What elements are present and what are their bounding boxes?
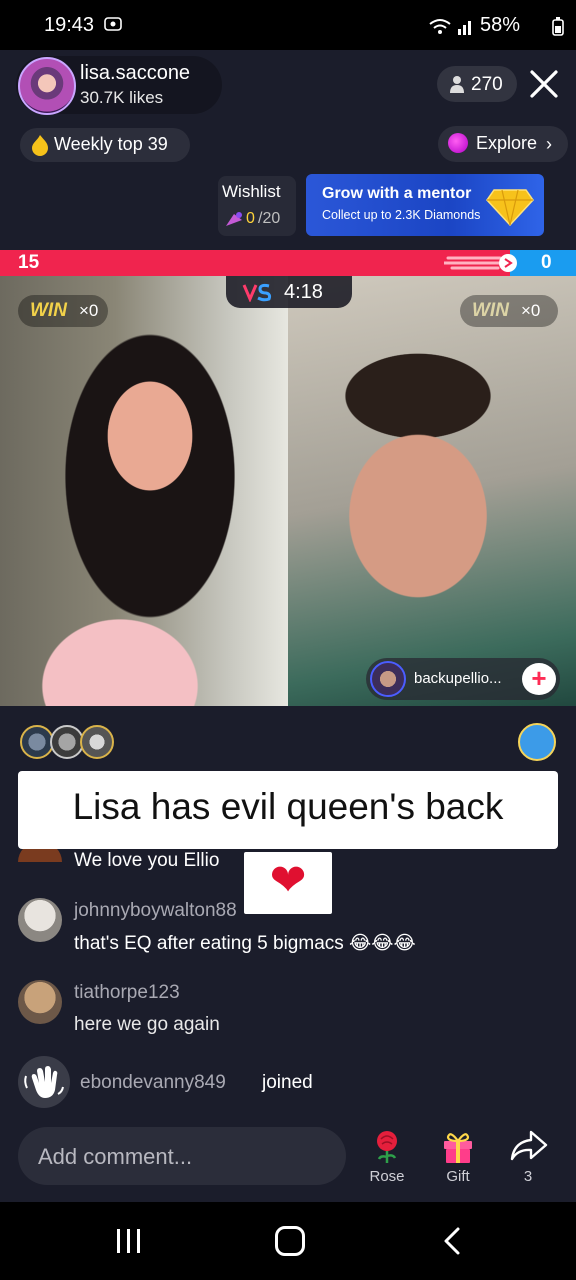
rose-icon[interactable] [369,1128,405,1164]
top-viewer-avatar[interactable] [80,725,114,759]
host-avatar[interactable] [18,57,76,115]
share-count: 3 [523,1168,533,1185]
vs-icon [242,283,272,302]
chat-message: that's EQ after eating 5 bigmacs 😂😂😂 [74,933,416,954]
battle-timer: 4:18 [284,281,323,303]
mentor-subtitle: Collect up to 2.3K Diamonds [322,208,481,222]
comment-placeholder[interactable]: Add comment... [38,1144,192,1170]
status-time: 19:43 [44,14,95,36]
recents-icon[interactable] [114,1228,144,1254]
diamond-icon [486,189,534,226]
streak-icon [444,254,517,272]
host-name[interactable]: lisa.saccone [80,62,190,85]
win-label-left: WIN [30,300,67,321]
host-likes: 30.7K likes [80,88,164,107]
win-label-right: WIN [472,300,509,321]
close-icon[interactable] [526,66,562,102]
plus-icon[interactable]: + [522,663,556,695]
back-icon[interactable] [442,1226,462,1256]
chat-message: here we go again [74,1014,220,1035]
gift-wish-icon [226,212,242,226]
guest-video[interactable] [288,276,576,706]
person-icon [450,76,464,93]
signal-icon [458,21,471,35]
share-icon[interactable] [509,1128,549,1164]
heart-icon: ❤ [269,856,307,905]
battery-icon [552,17,564,36]
guest-name[interactable]: backupellio... [414,670,502,687]
caption-text: Lisa has evil queen's back [72,786,504,827]
viewer-count: 270 [471,74,503,95]
wishlist-total: /20 [258,210,281,227]
screen-record-icon [104,17,122,31]
chat-avatar[interactable] [18,898,62,942]
top-viewer-avatar[interactable] [20,725,54,759]
gift-icon[interactable] [440,1128,476,1164]
chat-avatar[interactable] [18,980,62,1024]
flame-icon [32,135,48,156]
chat-username[interactable]: tiathorpe123 [74,982,180,1004]
mentor-title: Grow with a mentor [322,185,472,202]
rose-label: Rose [369,1168,405,1185]
score-left: 15 [18,252,40,273]
home-icon[interactable] [275,1226,305,1256]
gift-label: Gift [446,1168,470,1185]
score-right: 0 [541,252,552,273]
chat-username[interactable]: johnnyboywalton88 [74,900,237,922]
wave-hand-icon [24,1066,64,1098]
win-count-left: ×0 [79,301,99,320]
wishlist-title: Wishlist [222,182,281,201]
explore-label: Explore [476,133,538,153]
chat-message: We love you Ellio [74,850,220,871]
guest-avatar[interactable] [370,661,406,697]
explore-icon [448,133,468,153]
weekly-rank-label: Weekly top 39 [54,134,168,154]
chevron-right-icon: › [546,134,552,154]
join-username[interactable]: ebondevanny849 [80,1072,226,1094]
win-count-right: ×0 [521,301,541,320]
top-viewer-avatar[interactable] [50,725,84,759]
battery-percent: 58% [480,14,521,36]
host-video[interactable] [0,276,288,706]
ranking-icon[interactable] [518,723,556,761]
wishlist-progress: 0 [246,210,255,227]
join-label: joined [262,1072,313,1093]
